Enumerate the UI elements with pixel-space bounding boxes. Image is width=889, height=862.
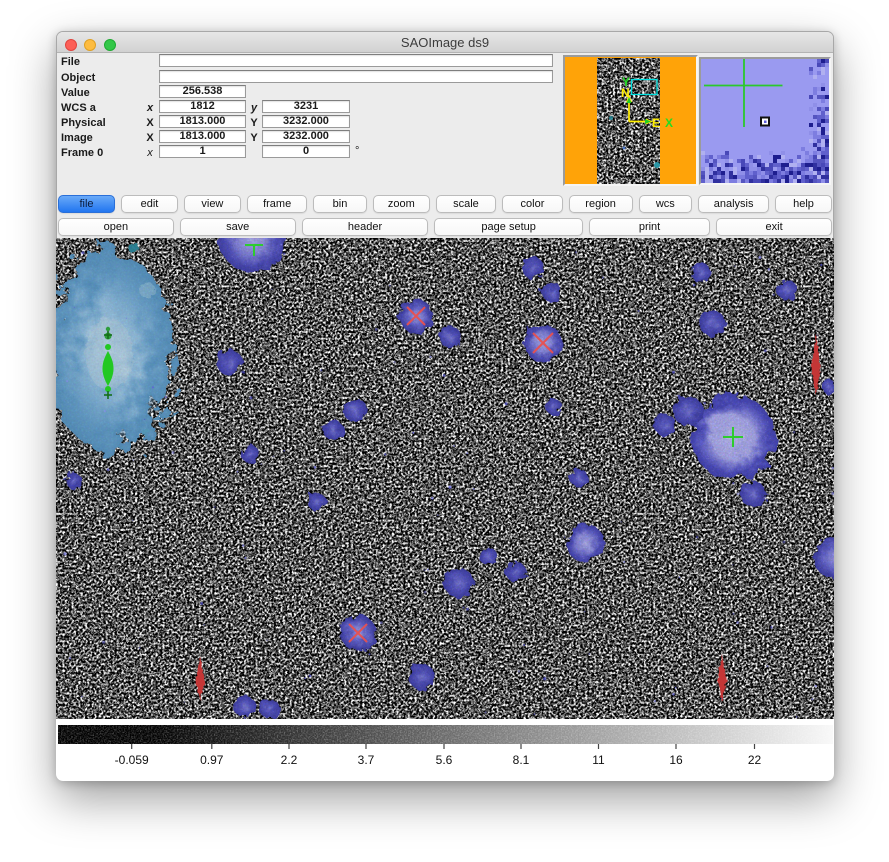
svg-text:5.6: 5.6 xyxy=(436,753,453,767)
svg-text:16: 16 xyxy=(669,753,683,767)
svg-text:-0.059: -0.059 xyxy=(115,753,149,767)
svg-text:2.2: 2.2 xyxy=(281,753,298,767)
svg-text:22: 22 xyxy=(748,753,762,767)
svg-text:X: X xyxy=(665,116,673,130)
svg-text:8.1: 8.1 xyxy=(513,753,530,767)
svg-text:3.7: 3.7 xyxy=(358,753,375,767)
svg-text:E: E xyxy=(652,116,660,130)
svg-text:0.97: 0.97 xyxy=(200,753,224,767)
svg-text:N: N xyxy=(621,86,630,100)
svg-text:11: 11 xyxy=(592,753,605,767)
